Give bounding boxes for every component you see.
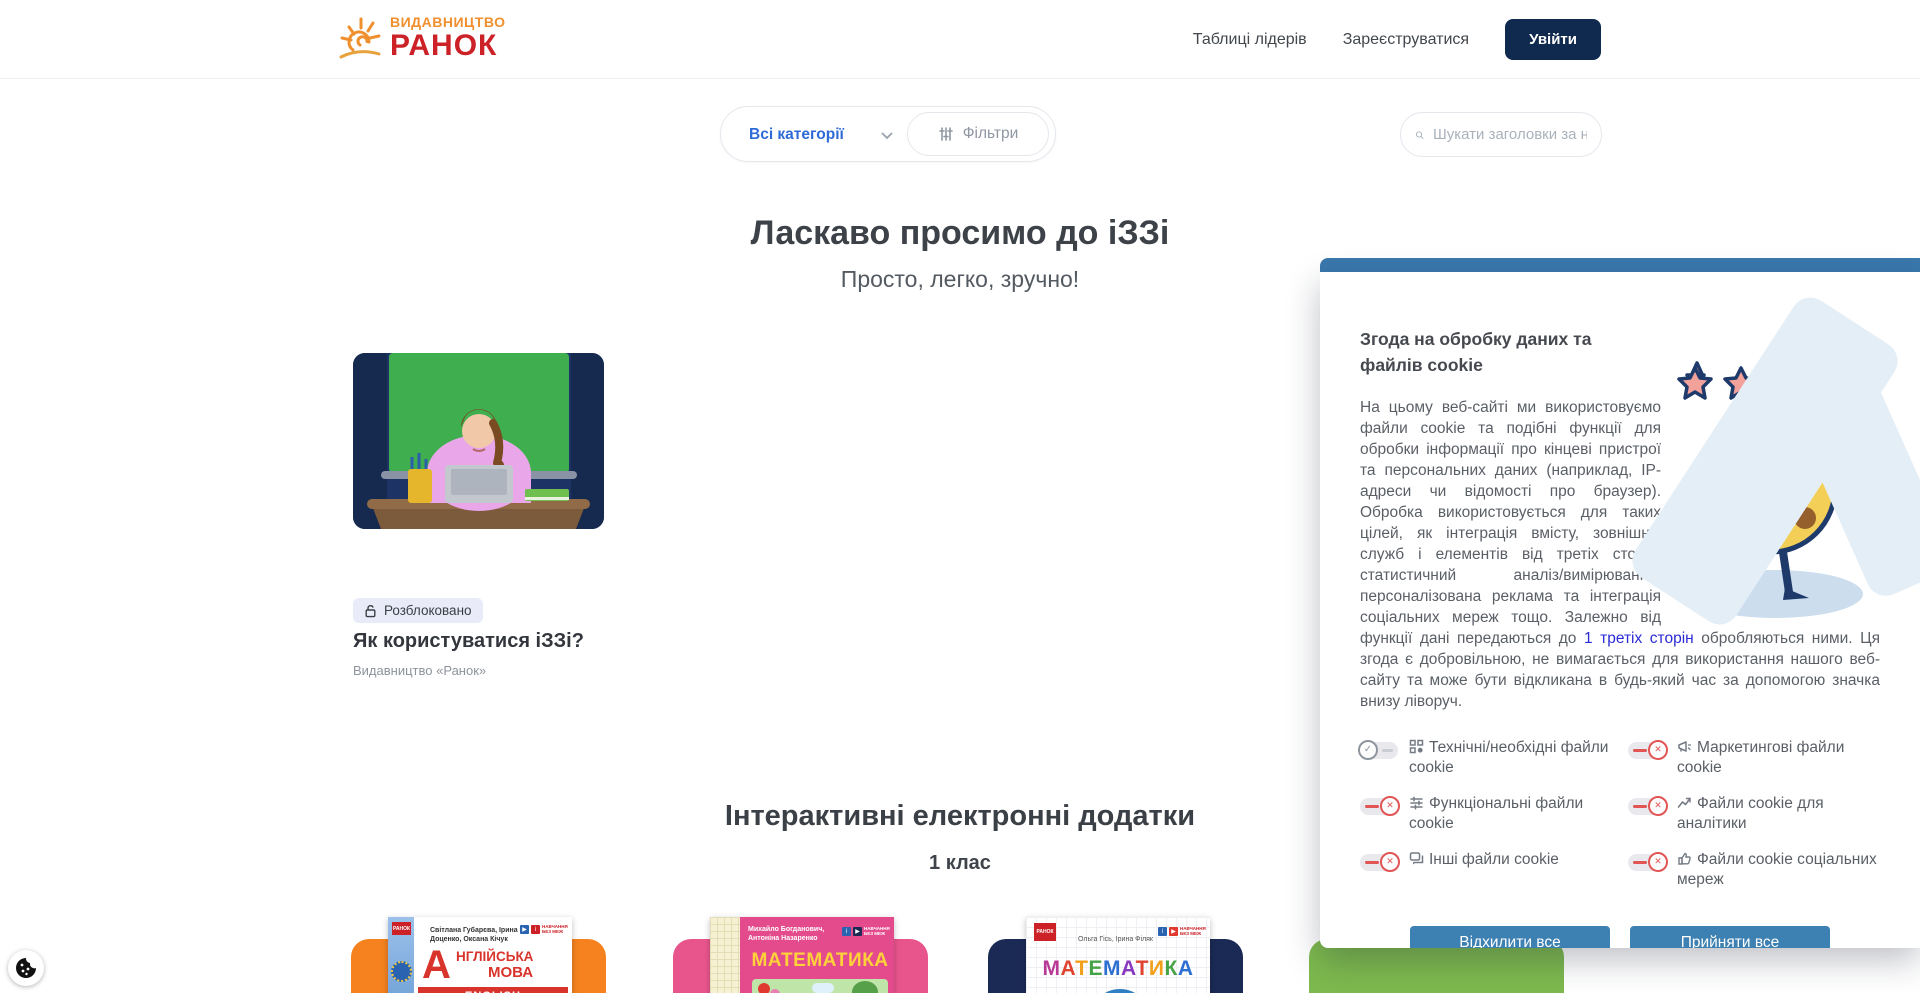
other-cookies-toggle[interactable]	[1360, 854, 1398, 871]
unlock-icon	[364, 604, 377, 618]
technical-cookies-toggle[interactable]	[1360, 742, 1398, 759]
megaphone-icon	[1677, 739, 1692, 754]
toggle-label: Технічні/необхідні файли cookie	[1409, 738, 1612, 778]
dialog-top-bar	[1320, 258, 1920, 272]
ranok-brand-box: РАНОК	[392, 922, 411, 935]
login-button[interactable]: Увійти	[1505, 19, 1601, 60]
nav-leaderboards-link[interactable]: Таблиці лідерів	[1193, 31, 1307, 49]
dialog-buttons: Відхилити все Прийняти все	[1360, 926, 1880, 949]
howto-card-image[interactable]	[353, 353, 604, 529]
ranok-brand-box: РАНОК	[1034, 923, 1056, 941]
cover-illustration	[752, 979, 888, 993]
page: ВИДАВНИЦТВО РАНОК Таблиці лідерів Зареєс…	[0, 0, 1920, 993]
toggle-row-analytics: Файли cookie для аналітики	[1628, 794, 1880, 834]
chat-icon	[1409, 851, 1424, 866]
toggle-label: Інші файли cookie	[1409, 850, 1559, 870]
book-authors: Михайло Богданович, Антоніна Назаренко	[748, 925, 828, 944]
toggle-row-marketing: Маркетингові файли cookie	[1628, 738, 1880, 778]
interactive-icon: і	[531, 925, 540, 934]
ranok-logo[interactable]: ВИДАВНИЦТВО РАНОК	[338, 14, 505, 62]
toggle-label: Функціональні файли cookie	[1409, 794, 1612, 834]
cookie-icon	[15, 957, 37, 979]
toggle-label: Маркетингові файли cookie	[1677, 738, 1880, 778]
cover-strip	[710, 917, 740, 993]
functional-cookies-toggle[interactable]	[1360, 798, 1398, 815]
logo-line2: РАНОК	[390, 31, 505, 61]
nav-bez-mezh-badge: ▶ і НАВЧАННЯ БЕЗ МЕЖ	[520, 925, 568, 935]
play-icon: ▶	[1169, 927, 1178, 936]
cookie-toggles: Технічні/необхідні файли cookie Маркетин…	[1360, 738, 1880, 890]
cover-title-part: НГЛІЙСЬКА	[456, 949, 533, 964]
search-icon	[1415, 127, 1424, 143]
search-bar	[1400, 112, 1602, 157]
toggle-row-social: Файли cookie соціальних мереж	[1628, 850, 1880, 890]
accept-all-button[interactable]: Прийняти все	[1630, 926, 1830, 949]
category-select[interactable]: Всі категорії	[749, 126, 844, 144]
interactive-icon: і	[842, 927, 851, 936]
social-cookies-toggle[interactable]	[1628, 854, 1666, 871]
unlocked-badge-label: Розблоковано	[384, 603, 472, 618]
analytics-icon	[1677, 795, 1692, 810]
decline-all-button[interactable]: Відхилити все	[1410, 926, 1610, 949]
eu-stars-emblem	[391, 961, 412, 982]
toggle-row-other: Інші файли cookie	[1360, 850, 1612, 890]
sliders-icon	[1409, 795, 1424, 810]
cover-title: МАТЕМАТИКА	[746, 950, 894, 972]
analytics-cookies-toggle[interactable]	[1628, 798, 1666, 815]
cover-title-line2: МОВА	[488, 964, 533, 981]
book-cover-math-1[interactable]: Михайло Богданович, Антоніна Назаренко і…	[710, 917, 894, 993]
dialog-body-text: На цьому веб-сайті ми використовуємо фай…	[1360, 399, 1661, 647]
category-filter-bar: Всі категорії Фільтри	[720, 106, 1056, 162]
interactive-icon: і	[1158, 927, 1167, 936]
page-title: Ласкаво просимо до іЗЗі	[0, 214, 1920, 253]
toggle-label: Файли cookie соціальних мереж	[1677, 850, 1880, 890]
cookie-consent-dialog: Згода на обробку даних та файлів cookie …	[1320, 258, 1920, 948]
toggle-row-technical: Технічні/необхідні файли cookie	[1360, 738, 1612, 778]
thumbs-up-icon	[1677, 851, 1692, 866]
dialog-panel: Згода на обробку даних та файлів cookie …	[1320, 272, 1920, 948]
search-input[interactable]	[1431, 125, 1589, 144]
book-cover-english[interactable]: РАНОК Світлана Губарєва, Ірина Доценко, …	[388, 917, 572, 993]
play-icon: ▶	[853, 927, 862, 936]
nav-bez-mezh-badge: і ▶ НАВЧАННЯ БЕЗ МЕЖ	[1158, 927, 1206, 937]
third-parties-link[interactable]: 1 третіх сторін	[1584, 630, 1694, 647]
cover-big-letter: А	[422, 943, 451, 988]
logo-line1: ВИДАВНИЦТВО	[390, 15, 505, 29]
nav-bez-mezh-badge: і ▶ НАВЧАННЯ БЕЗ МЕЖ	[842, 927, 890, 937]
marketing-cookies-toggle[interactable]	[1628, 742, 1666, 759]
unlocked-badge: Розблоковано	[353, 598, 483, 623]
book-cover-math-2[interactable]: РАНОК Ольга Гісь, Ірина Філяк і ▶ НАВЧАН…	[1026, 917, 1210, 993]
play-icon: ▶	[520, 925, 529, 934]
sun-logo-icon	[338, 14, 382, 62]
howto-card-title[interactable]: Як користуватися іЗЗі?	[353, 630, 584, 653]
cover-title: МАТЕМАТИКА	[1026, 957, 1210, 981]
toggle-row-functional: Функціональні файли cookie	[1360, 794, 1612, 834]
sliders-filter-icon	[938, 126, 954, 142]
chevron-down-icon[interactable]	[881, 132, 893, 140]
teacher-illustration	[353, 353, 604, 529]
nav-register-link[interactable]: Зареєструватися	[1343, 31, 1469, 49]
cover-english-band: ENGLISH	[418, 987, 568, 993]
howto-card-author: Видавництво «Ранок»	[353, 663, 486, 678]
header-nav: Таблиці лідерів Зареєструватися Увійти	[1193, 0, 1601, 79]
cookie-settings-fab[interactable]	[8, 950, 44, 986]
cookie-illustration	[1675, 326, 1880, 622]
filters-button[interactable]: Фільтри	[907, 112, 1049, 156]
logo-text: ВИДАВНИЦТВО РАНОК	[390, 15, 505, 61]
filters-label: Фільтри	[963, 125, 1019, 143]
header: ВИДАВНИЦТВО РАНОК Таблиці лідерів Зареєс…	[0, 0, 1920, 79]
book-authors: Ольга Гісь, Ірина Філяк	[1078, 935, 1168, 944]
grid-icon	[1409, 739, 1424, 754]
dialog-title: Згода на обробку даних та файлів cookie	[1360, 326, 1645, 379]
toggle-label: Файли cookie для аналітики	[1677, 794, 1880, 834]
